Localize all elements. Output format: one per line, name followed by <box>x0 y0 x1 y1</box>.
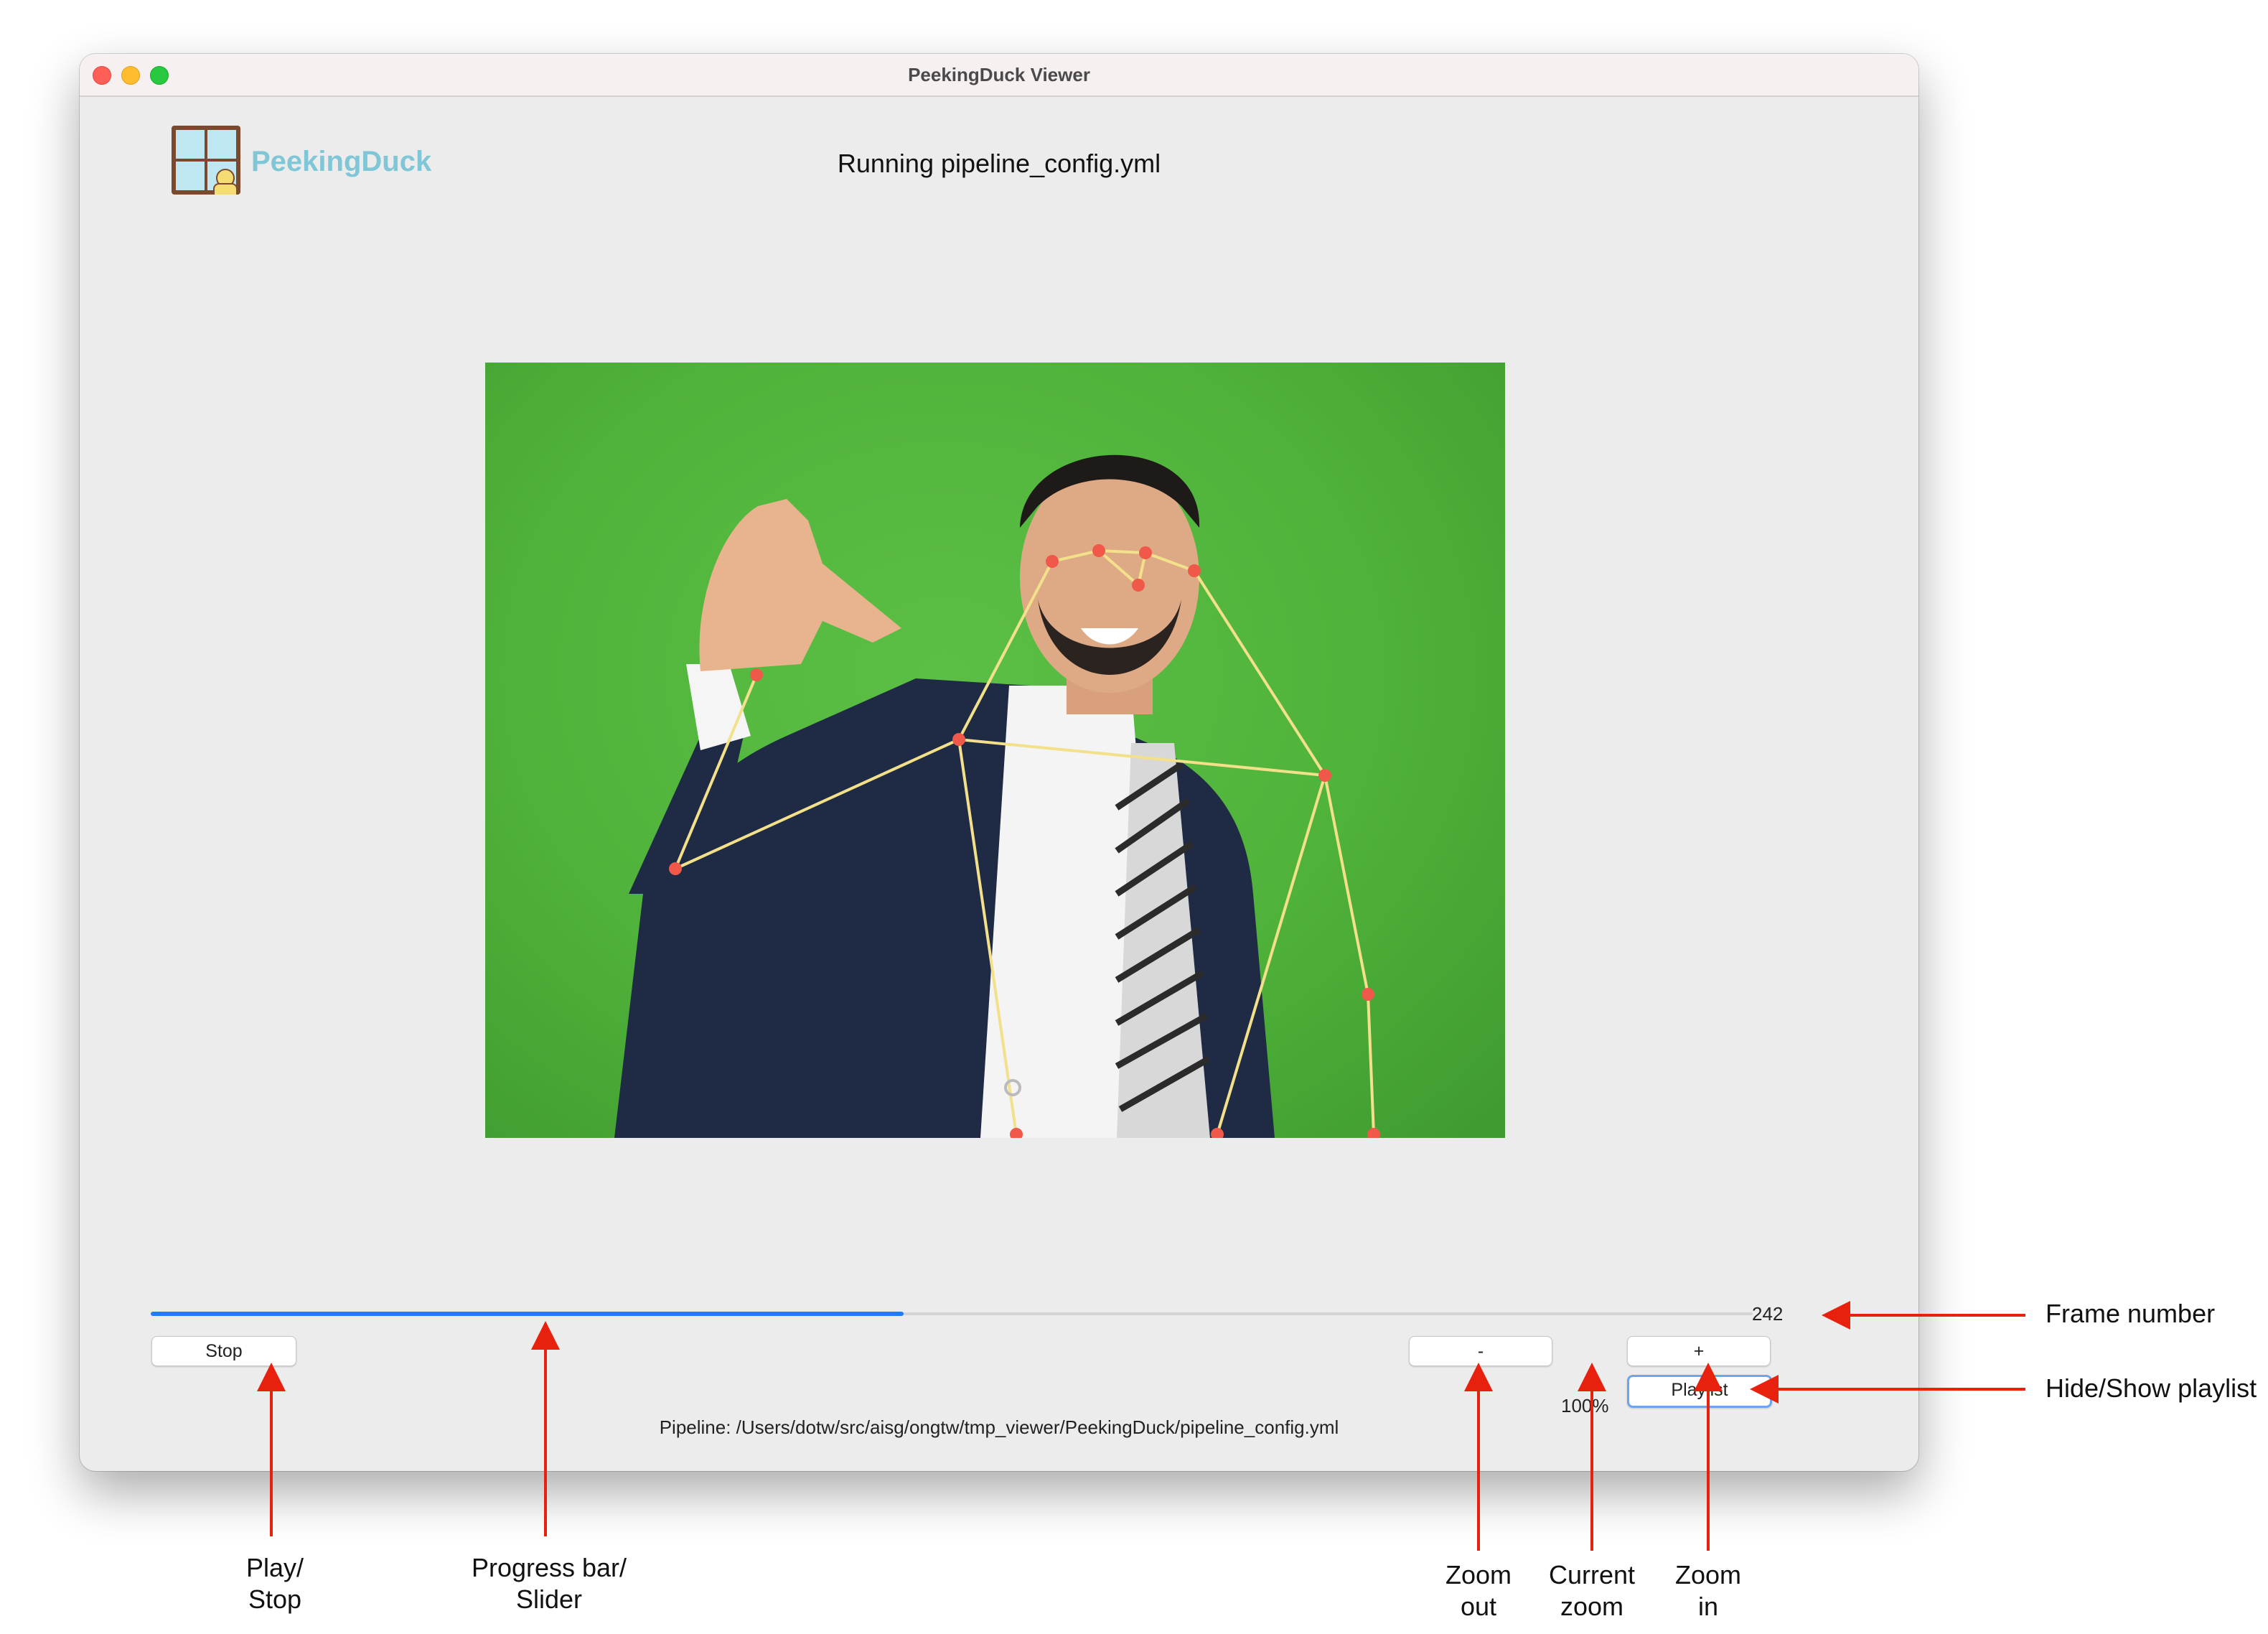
annotation-progress-line2: Slider <box>515 1584 583 1614</box>
annotation-zoom-in-line2: in <box>1697 1592 1719 1621</box>
annotation-zoom-out: Zoom out <box>1421 1559 1536 1623</box>
annotation-play-stop: Play/ Stop <box>214 1552 336 1615</box>
annotation-current-zoom-line2: zoom <box>1560 1592 1624 1621</box>
annotation-zoom-out-line2: out <box>1460 1592 1497 1621</box>
annotation-play-stop-line1: Play/ <box>245 1553 304 1582</box>
annotation-zoom-in: Zoom in <box>1651 1559 1766 1623</box>
annotation-play-stop-line2: Stop <box>248 1584 302 1614</box>
annotation-zoom-in-line1: Zoom <box>1674 1560 1742 1589</box>
annotation-frame-number: Frame number <box>2046 1299 2216 1328</box>
annotation-progress-slider: Progress bar/ Slider <box>445 1552 653 1615</box>
annotation-zoom-out-line1: Zoom <box>1445 1560 1512 1589</box>
annotation-progress-line1: Progress bar/ <box>471 1553 627 1582</box>
page: PeekingDuck Viewer PeekingDuck Running p… <box>0 0 2268 1634</box>
annotation-arrows <box>257 1301 2025 1551</box>
annotation-current-zoom-line1: Current <box>1548 1560 1636 1589</box>
annotation-current-zoom: Current zoom <box>1527 1559 1657 1623</box>
annotation-hide-show-playlist: Hide/Show playlist <box>2046 1373 2257 1403</box>
